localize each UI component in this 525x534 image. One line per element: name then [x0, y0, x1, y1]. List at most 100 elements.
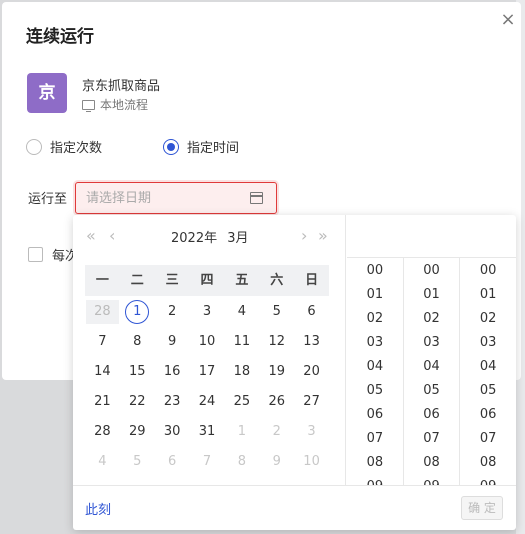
- day-cell[interactable]: 2: [259, 417, 294, 447]
- day-cell[interactable]: 24: [190, 387, 225, 417]
- day-cell[interactable]: 8: [120, 327, 155, 357]
- radio-dot-selected[interactable]: [163, 138, 179, 155]
- app-type-label: 本地流程: [100, 98, 149, 112]
- weekday-label: 六: [270, 273, 284, 288]
- second-column[interactable]: 00010203040506070809: [460, 258, 516, 485]
- day-cell[interactable]: 30: [155, 417, 190, 447]
- each-checkbox-row[interactable]: 每次: [28, 245, 78, 264]
- minute-option[interactable]: 04: [404, 355, 460, 379]
- prev-month-icon[interactable]: ‹: [109, 227, 115, 245]
- day-cell[interactable]: 17: [190, 357, 225, 387]
- day-cell[interactable]: 21: [85, 387, 120, 417]
- day-number: 10: [303, 454, 320, 469]
- day-cell[interactable]: 4: [224, 297, 259, 327]
- day-cell[interactable]: 20: [294, 357, 329, 387]
- day-cell[interactable]: 27: [294, 387, 329, 417]
- minute-option[interactable]: 07: [404, 427, 460, 451]
- day-cell[interactable]: 29: [120, 417, 155, 447]
- minute-option[interactable]: 02: [404, 307, 460, 331]
- day-cell[interactable]: 7: [85, 327, 120, 357]
- day-cell[interactable]: 13: [294, 327, 329, 357]
- hour-option[interactable]: 05: [347, 379, 403, 403]
- day-cell[interactable]: 26: [259, 387, 294, 417]
- day-cell[interactable]: 19: [259, 357, 294, 387]
- minute-option[interactable]: 09: [404, 475, 460, 485]
- day-cell[interactable]: 23: [155, 387, 190, 417]
- minute-option[interactable]: 03: [404, 331, 460, 355]
- day-cell[interactable]: 16: [155, 357, 190, 387]
- year-label[interactable]: 2022年: [171, 231, 217, 246]
- day-cell[interactable]: 31: [190, 417, 225, 447]
- year-month-label: 2022年 3月: [171, 227, 249, 246]
- date-picker-input[interactable]: [75, 182, 277, 214]
- minute-option[interactable]: 06: [404, 403, 460, 427]
- day-cell[interactable]: 15: [120, 357, 155, 387]
- radio-specify-time[interactable]: 指定时间: [163, 137, 239, 156]
- confirm-button[interactable]: 确 定: [461, 496, 503, 520]
- day-number: 13: [303, 334, 320, 349]
- hour-column[interactable]: 00010203040506070809: [347, 258, 404, 485]
- second-option[interactable]: 07: [460, 427, 516, 451]
- second-option[interactable]: 02: [460, 307, 516, 331]
- second-option[interactable]: 01: [460, 283, 516, 307]
- hour-option[interactable]: 03: [347, 331, 403, 355]
- day-cell[interactable]: 5: [259, 297, 294, 327]
- hour-option[interactable]: 08: [347, 451, 403, 475]
- month-label[interactable]: 3月: [227, 231, 248, 246]
- hour-option[interactable]: 02: [347, 307, 403, 331]
- hour-option[interactable]: 00: [347, 259, 403, 283]
- radio-dot[interactable]: [26, 138, 42, 155]
- second-option[interactable]: 09: [460, 475, 516, 485]
- minute-column[interactable]: 00010203040506070809: [404, 258, 461, 485]
- day-cell[interactable]: 8: [224, 447, 259, 477]
- day-cell[interactable]: 18: [224, 357, 259, 387]
- day-cell[interactable]: 11: [224, 327, 259, 357]
- day-number: 28: [94, 304, 111, 319]
- hour-option[interactable]: 07: [347, 427, 403, 451]
- day-cell[interactable]: 28: [85, 417, 120, 447]
- next-year-icon[interactable]: »: [318, 227, 328, 245]
- close-icon[interactable]: ×: [498, 10, 518, 30]
- day-cell[interactable]: 6: [294, 297, 329, 327]
- minute-option[interactable]: 01: [404, 283, 460, 307]
- next-month-icon[interactable]: ›: [301, 227, 307, 245]
- day-cell[interactable]: 10: [294, 447, 329, 477]
- minute-option[interactable]: 08: [404, 451, 460, 475]
- checkbox[interactable]: [28, 247, 43, 262]
- day-cell[interactable]: 9: [155, 327, 190, 357]
- day-cell[interactable]: 10: [190, 327, 225, 357]
- calendar-icon[interactable]: [250, 192, 263, 204]
- second-option[interactable]: 00: [460, 259, 516, 283]
- day-cell[interactable]: 14: [85, 357, 120, 387]
- minute-option[interactable]: 00: [404, 259, 460, 283]
- now-link[interactable]: 此刻: [85, 499, 111, 518]
- hour-option[interactable]: 09: [347, 475, 403, 485]
- day-cell[interactable]: 25: [224, 387, 259, 417]
- day-cell-today[interactable]: 1: [120, 297, 155, 327]
- hour-option[interactable]: 01: [347, 283, 403, 307]
- day-cell[interactable]: 28: [86, 300, 119, 324]
- hour-option[interactable]: 06: [347, 403, 403, 427]
- day-number: 8: [237, 454, 246, 469]
- second-option[interactable]: 08: [460, 451, 516, 475]
- second-option[interactable]: 03: [460, 331, 516, 355]
- day-cell[interactable]: 7: [190, 447, 225, 477]
- second-option[interactable]: 05: [460, 379, 516, 403]
- day-cell[interactable]: 3: [190, 297, 225, 327]
- day-cell[interactable]: 2: [155, 297, 190, 327]
- day-cell[interactable]: 5: [120, 447, 155, 477]
- hour-option[interactable]: 04: [347, 355, 403, 379]
- prev-year-icon[interactable]: «: [86, 227, 96, 245]
- day-cell[interactable]: 9: [259, 447, 294, 477]
- day-cell[interactable]: 22: [120, 387, 155, 417]
- radio-specify-count[interactable]: 指定次数: [26, 137, 102, 156]
- minute-option[interactable]: 05: [404, 379, 460, 403]
- second-option[interactable]: 06: [460, 403, 516, 427]
- day-cell[interactable]: 1: [224, 417, 259, 447]
- date-input-field[interactable]: [86, 189, 246, 207]
- second-option[interactable]: 04: [460, 355, 516, 379]
- day-cell[interactable]: 4: [85, 447, 120, 477]
- day-cell[interactable]: 3: [294, 417, 329, 447]
- day-cell[interactable]: 6: [155, 447, 190, 477]
- day-cell[interactable]: 12: [259, 327, 294, 357]
